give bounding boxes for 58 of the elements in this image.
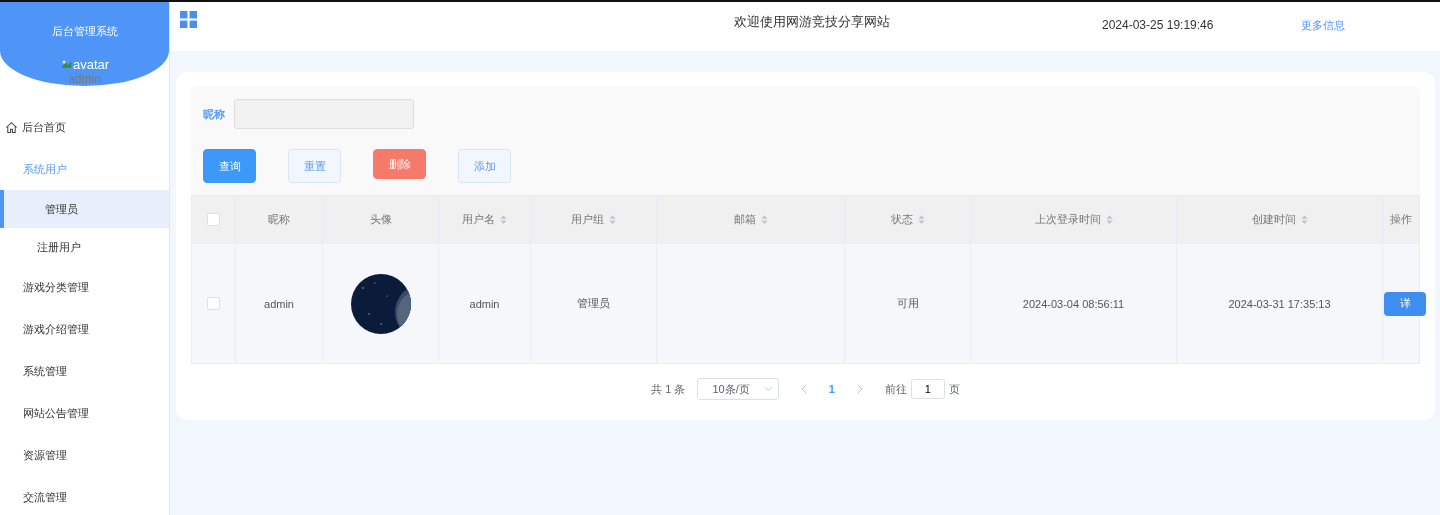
detail-button[interactable]: 详 xyxy=(1384,291,1426,316)
menu-item[interactable]: 资源管理 xyxy=(0,434,169,476)
username: admin xyxy=(68,73,101,85)
chevron-right-icon xyxy=(856,384,863,394)
submenu-item[interactable]: 管理员 xyxy=(0,190,169,228)
sort-icon[interactable] xyxy=(609,215,616,224)
system-title: 后台管理系统 xyxy=(51,24,118,39)
field-label: 昵称 xyxy=(203,106,225,122)
sort-icon[interactable] xyxy=(760,215,768,224)
avatar-alt-text: avatar xyxy=(72,57,110,72)
date-time: 2024-03-25 19:19:46 xyxy=(1102,18,1214,32)
menu-item[interactable]: 游戏分类管理 xyxy=(0,266,169,308)
table-cell: 2024-03-04 08:56:11 xyxy=(1022,297,1125,310)
menu-item[interactable]: 后台首页 xyxy=(0,106,169,148)
page-suffix: 页 xyxy=(948,381,960,397)
chevron-left-icon xyxy=(800,384,807,394)
action-button[interactable]: 删除 xyxy=(373,149,426,179)
menu-group[interactable]: 系统用户 xyxy=(0,148,169,190)
column-header[interactable]: 上次登录时间 xyxy=(1034,212,1101,227)
menu-item[interactable]: 系统管理 xyxy=(0,350,169,392)
sort-icon[interactable] xyxy=(917,215,925,224)
table-cell: 管理员 xyxy=(577,297,610,309)
column-header: 头像 xyxy=(369,212,392,227)
column-header: 昵称 xyxy=(268,212,290,227)
nickname-input[interactable] xyxy=(234,99,414,129)
column-header[interactable]: 用户名 xyxy=(462,212,495,227)
action-button[interactable]: 重置 xyxy=(288,149,341,183)
table-cell: admin xyxy=(469,297,500,310)
column-header[interactable]: 创建时间 xyxy=(1251,212,1296,227)
action-button[interactable]: 查询 xyxy=(203,149,256,183)
page-title: 欢迎使用网游竞技分享网站 xyxy=(734,13,890,31)
chevron-down-icon xyxy=(763,386,773,392)
submenu-item[interactable]: 注册用户 xyxy=(0,228,169,266)
menu-item[interactable]: 交流管理 xyxy=(0,476,169,515)
column-header[interactable]: 邮箱 xyxy=(733,212,756,227)
more-info-link[interactable]: 更多信息 xyxy=(1301,18,1345,33)
table-cell: admin xyxy=(264,297,294,310)
select-all-checkbox[interactable] xyxy=(207,213,220,227)
goto-label: 前往 xyxy=(884,381,907,397)
table-cell: 2024-03-31 17:35:13 xyxy=(1228,297,1331,310)
menu-item[interactable]: 网站公告管理 xyxy=(0,392,169,434)
broken-image-icon xyxy=(59,58,73,71)
page-size-select[interactable]: 10条/页 xyxy=(697,378,779,400)
menu-item[interactable]: 游戏介绍管理 xyxy=(0,308,169,350)
column-header[interactable]: 用户组 xyxy=(571,212,604,227)
row-checkbox[interactable] xyxy=(207,297,220,311)
column-header[interactable]: 状态 xyxy=(890,212,913,227)
home-icon xyxy=(5,120,18,134)
total-count: 共 1 条 xyxy=(651,381,686,397)
action-button[interactable]: 添加 xyxy=(458,149,511,183)
sort-icon[interactable] xyxy=(500,215,507,224)
page-number[interactable]: 1 xyxy=(828,383,835,395)
sort-icon[interactable] xyxy=(1105,215,1113,224)
table-cell: 可用 xyxy=(896,297,919,309)
sort-icon[interactable] xyxy=(1300,215,1308,224)
column-header: 操作 xyxy=(1390,212,1412,227)
grid-menu-icon[interactable] xyxy=(180,11,197,28)
goto-page-input[interactable]: 1 xyxy=(910,379,945,399)
